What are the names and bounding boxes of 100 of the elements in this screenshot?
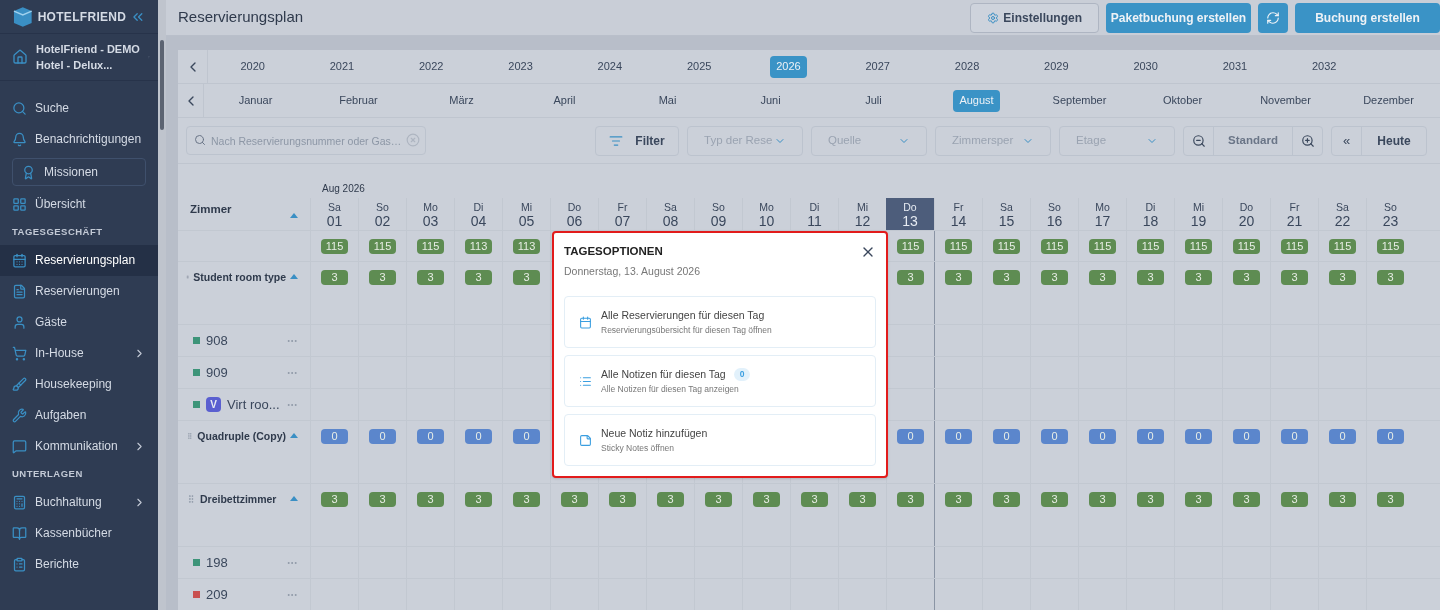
sort-icon[interactable]	[290, 433, 298, 438]
day-header[interactable]: Fr 07	[598, 198, 646, 230]
period-tab[interactable]: 2023	[502, 55, 539, 78]
settings-button[interactable]: Einstellungen	[970, 2, 1099, 33]
count-badge: 3	[1377, 492, 1404, 507]
option-card[interactable]: Alle Notizen für diesen Tag 0 Alle Notizen für diesen Tag anzeigen	[564, 355, 876, 407]
day-header[interactable]: Sa 22	[1318, 198, 1366, 230]
list-icon	[579, 374, 592, 388]
count-badge: 3	[369, 492, 396, 507]
sidebar-item[interactable]: Kommunikation	[0, 431, 158, 462]
sidebar-item[interactable]: Übersicht	[0, 189, 158, 220]
sidebar-item[interactable]: Missionen	[12, 158, 146, 186]
refresh-icon	[1266, 10, 1280, 25]
count-badge: 115	[1233, 239, 1260, 254]
day-header[interactable]: So 16	[1030, 198, 1078, 230]
sidebar-item[interactable]: Housekeeping	[0, 369, 158, 400]
count-badge: 3	[1041, 492, 1068, 507]
count-badge: 3	[1185, 492, 1212, 507]
sidebar-item[interactable]: Reservierungen	[0, 276, 158, 307]
previous-button[interactable]: «	[1332, 126, 1362, 155]
day-header[interactable]: Fr 14	[934, 198, 982, 230]
day-header[interactable]: Di 04	[454, 198, 502, 230]
sort-icon[interactable]	[290, 213, 298, 218]
option-card[interactable]: Alle Reservierungen für diesen Tag Reservierungsübersicht für diesen Tag öffnen	[564, 296, 876, 348]
count-badge: 3	[1233, 492, 1260, 507]
day-header[interactable]: So 23	[1366, 198, 1414, 230]
count-badge: 3	[753, 492, 780, 507]
day-header[interactable]: Di 18	[1126, 198, 1174, 230]
hotel-name: HotelFriend - DEMO	[36, 42, 140, 57]
period-tab[interactable]: März	[443, 89, 480, 112]
sidebar-item[interactable]: Buchhaltung	[0, 487, 158, 518]
day-header[interactable]: So 02	[358, 198, 406, 230]
period-tab[interactable]: 2028	[948, 55, 986, 78]
filter-button[interactable]: Filter	[595, 125, 679, 156]
document-icon	[12, 284, 27, 299]
period-tab[interactable]: November	[1254, 89, 1317, 112]
sidebar-item[interactable]: Gäste	[0, 307, 158, 338]
popup-title: TAGESOPTIONEN	[564, 244, 663, 259]
today-button[interactable]: Heute	[1362, 126, 1426, 155]
period-tab[interactable]: September	[1046, 89, 1113, 112]
scrollbar[interactable]	[160, 40, 164, 130]
sidebar-item[interactable]: Reservierungsplan	[0, 245, 158, 276]
period-tab[interactable]: 2029	[1038, 55, 1075, 78]
count-badge: 115	[897, 239, 924, 254]
period-tab[interactable]: 2021	[323, 55, 361, 78]
period-tab[interactable]: 2024	[591, 55, 629, 78]
day-header[interactable]: Do 06	[550, 198, 598, 230]
drag-handle-icon[interactable]	[186, 494, 196, 504]
count-badge: 115	[1089, 239, 1116, 254]
sidebar-item[interactable]: In-House	[0, 338, 158, 369]
section-header: UNTERLAGEN	[11, 467, 84, 482]
search-field[interactable]: Nach Reservierungsnummer oder Gas…	[186, 126, 426, 155]
count-badge: 113	[465, 239, 492, 254]
clear-icon[interactable]	[406, 133, 420, 147]
drag-handle-icon[interactable]	[186, 431, 194, 441]
day-header[interactable]: Fr 21	[1270, 198, 1318, 230]
chat-icon	[12, 439, 27, 454]
sidebar-item[interactable]: Berichte	[0, 549, 158, 580]
sidebar-item[interactable]: Kassenbücher	[0, 518, 158, 549]
room-type: Student room type	[193, 270, 286, 285]
sort-icon[interactable]	[290, 274, 298, 279]
count-badge: 115	[993, 239, 1020, 254]
day-header[interactable]: Sa 15	[982, 198, 1030, 230]
calendar-icon	[12, 253, 27, 268]
period-tab[interactable]: 2030	[1127, 55, 1164, 78]
day-header[interactable]: Do 20	[1222, 198, 1270, 230]
refresh-button[interactable]	[1258, 2, 1288, 33]
period-tab[interactable]: 2027	[859, 55, 896, 78]
option-card[interactable]: Neue Notiz hinzufügen Sticky Notes öffnen	[564, 414, 876, 466]
day-header[interactable]: So 09	[694, 198, 742, 230]
period-tab[interactable]: 2031	[1216, 55, 1254, 78]
period-tab[interactable]: 2020	[234, 55, 271, 78]
period-tab[interactable]: Mai	[652, 89, 683, 112]
period-tab[interactable]: 2025	[680, 55, 718, 78]
period-tab[interactable]: Januar	[232, 89, 279, 112]
count-badge: 0	[1329, 429, 1356, 444]
sidebar-item[interactable]: Suche	[0, 93, 158, 124]
sidebar-item[interactable]: Benachrichtigungen	[0, 124, 158, 155]
period-tab[interactable]: 2022	[413, 55, 450, 78]
period-tab[interactable]: Dezember	[1357, 89, 1420, 112]
day-header[interactable]: Do 13	[886, 198, 934, 230]
sidebar-item[interactable]: Aufgaben	[0, 400, 158, 431]
day-header[interactable]: Mi 19	[1174, 198, 1222, 230]
period-tab[interactable]: Februar	[333, 89, 384, 112]
logo-icon	[12, 5, 34, 28]
sort-icon[interactable]	[290, 496, 298, 501]
day-header[interactable]: Sa 01	[310, 198, 358, 230]
day-header[interactable]: Di 11	[790, 198, 838, 230]
day-header[interactable]: Mo 17	[1078, 198, 1126, 230]
option-title: Alle Notizen für diesen Tag	[601, 366, 726, 382]
period-tab[interactable]: 2032	[1305, 55, 1343, 78]
period-tab[interactable]: April	[547, 89, 582, 112]
period-tab[interactable]: Juli	[859, 89, 888, 112]
period-tab[interactable]: Juni	[754, 89, 787, 112]
period-tab[interactable]: Oktober	[1156, 89, 1209, 112]
day-header[interactable]: Mi 05	[502, 198, 550, 230]
zoom-in-icon	[1300, 133, 1315, 148]
day-header[interactable]: Sa 08	[646, 198, 694, 230]
day-header[interactable]: Mo 10	[742, 198, 790, 230]
day-header[interactable]: Mo 03	[406, 198, 454, 230]
